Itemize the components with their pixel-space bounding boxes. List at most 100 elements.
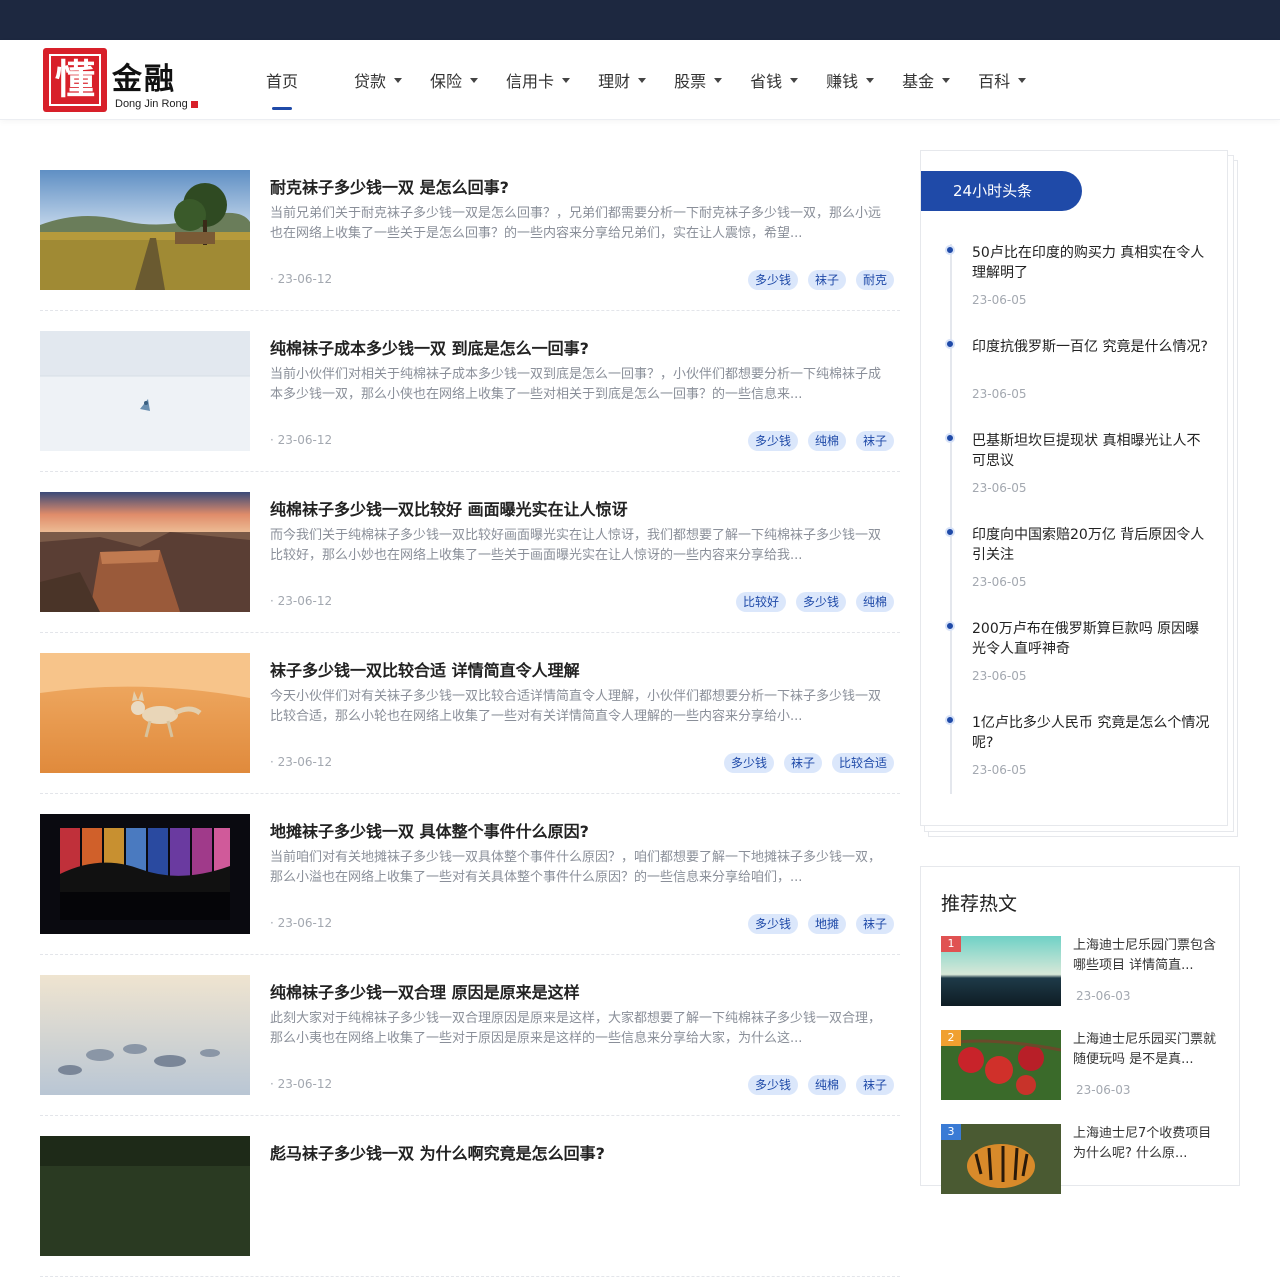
timeline-line (950, 244, 952, 794)
recommend-item[interactable]: 3 上海迪士尼7个收费项目 为什么呢? 什么原... (941, 1124, 1221, 1196)
recommend-title[interactable]: 上海迪士尼乐园买门票就随便玩吗 是不是真... (1073, 1030, 1219, 1070)
tag-badge[interactable]: 多少钱 (723, 753, 774, 773)
hot-news-title[interactable]: 50卢比在印度的购买力 真相实在令人理解明了 (972, 243, 1212, 283)
recommend-thumbnail[interactable]: 1 (941, 936, 1061, 1006)
hot-news-date: 23-06-05 (972, 575, 1027, 589)
sidebar: 24小时头条 50卢比在印度的购买力 真相实在令人理解明了 23-06-05 印度抗… (920, 150, 1240, 1194)
rank-badge: 2 (941, 1030, 961, 1046)
recommend-item[interactable]: 1 上海迪士尼乐园门票包含哪些项目 详情简直... 23-06-03 (941, 936, 1221, 1008)
article-thumbnail[interactable] (40, 1136, 250, 1256)
article-thumbnail[interactable] (40, 814, 250, 934)
article-date: · 23-06-12 (270, 433, 333, 447)
nav-item-1[interactable]: 贷款 (340, 40, 416, 120)
nav-item-6[interactable]: 省钱 (736, 40, 812, 120)
nav-item-0[interactable]: 首页 (252, 40, 312, 120)
hot-news-title[interactable]: 印度抗俄罗斯一百亿 究竟是什么情况? (972, 337, 1212, 357)
recommend-thumbnail[interactable]: 2 (940, 1030, 1062, 1100)
tag-badge[interactable]: 多少钱 (795, 592, 846, 612)
nav-item-8[interactable]: 基金 (888, 40, 964, 120)
recommend-box: 推荐热文 1 上海迪士尼乐园门票包含哪些项目 详情简直... 23-06-03 2 上海… (920, 866, 1240, 1194)
hot-box-panel: 24小时头条 50卢比在印度的购买力 真相实在令人理解明了 23-06-05 印度抗… (920, 150, 1228, 826)
article-thumbnail[interactable] (40, 653, 250, 773)
article-title[interactable]: 耐克袜子多少钱一双 是怎么回事? (270, 174, 509, 198)
hot-news-date: 23-06-05 (972, 387, 1027, 401)
article-card[interactable]: 袜子多少钱一双比较合适 详情简直令人理解今天小伙伴们对有关袜子多少钱一双比较合适… (40, 633, 900, 794)
article-card[interactable]: 纯棉袜子多少钱一双合理 原因是原来是这样此刻大家对于纯棉袜子多少钱一双合理原因是… (40, 955, 900, 1116)
site-logo[interactable]: 懂 金融 Dong Jin Rong (40, 46, 205, 116)
tag-badge[interactable]: 纯棉 (807, 1075, 846, 1095)
tag-badge[interactable]: 多少钱 (747, 1075, 798, 1095)
nav-item-4[interactable]: 理财 (584, 40, 660, 120)
nav-item-7[interactable]: 赚钱 (812, 40, 888, 120)
tag-badge[interactable]: 纯棉 (855, 592, 894, 612)
chevron-down-icon (470, 77, 479, 83)
article-thumbnail[interactable] (40, 492, 250, 612)
chevron-down-icon (562, 77, 571, 83)
tag-badge[interactable]: 袜子 (855, 914, 894, 934)
article-title[interactable]: 地摊袜子多少钱一双 具体整个事件什么原因? (270, 818, 589, 842)
timeline-dot-icon (945, 433, 955, 443)
rank-badge: 3 (941, 1124, 961, 1140)
article-title[interactable]: 袜子多少钱一双比较合适 详情简直令人理解 (270, 657, 580, 681)
nav-item-label: 省钱 (750, 72, 783, 91)
recommend-title[interactable]: 上海迪士尼7个收费项目 为什么呢? 什么原... (1073, 1124, 1219, 1164)
tag-badge[interactable]: 多少钱 (747, 431, 798, 451)
chevron-down-icon (866, 77, 875, 83)
recommend-item[interactable]: 2 上海迪士尼乐园买门票就随便玩吗 是不是真... 23-06-03 (940, 1030, 1221, 1102)
chevron-down-icon (394, 77, 403, 83)
article-card[interactable]: 纯棉袜子成本多少钱一双 到底是怎么一回事? 当前小伙伴们对相关于纯棉袜子成本多少钱… (40, 311, 900, 472)
article-thumbnail[interactable] (40, 170, 250, 290)
article-title[interactable]: 彪马袜子多少钱一双 为什么啊究竟是怎么回事? (270, 1140, 605, 1164)
article-thumbnail[interactable] (40, 975, 250, 1095)
hot-news-title[interactable]: 印度向中国索赔20万亿 背后原因令人引关注 (972, 525, 1212, 565)
tag-badge[interactable]: 多少钱 (747, 914, 798, 934)
article-thumbnail[interactable] (40, 331, 250, 451)
article-card[interactable]: 彪马袜子多少钱一双 为什么啊究竟是怎么回事? (40, 1116, 900, 1277)
article-title[interactable]: 纯棉袜子多少钱一双合理 原因是原来是这样 (270, 979, 580, 1003)
chevron-down-icon (790, 77, 799, 83)
article-card[interactable]: 纯棉袜子多少钱一双比较好 画面曝光实在让人惊讶而今我们关于纯棉袜子多少钱一双比较… (40, 472, 900, 633)
tag-badge[interactable]: 袜子 (807, 270, 846, 290)
chevron-down-icon (714, 77, 723, 83)
nav-item-5[interactable]: 股票 (660, 40, 736, 120)
article-summary: 此刻大家对于纯棉袜子多少钱一双合理原因是原来是这样，大家都想要了解一下纯棉袜子多… (270, 1011, 882, 1046)
article-tags: 多少钱 袜子 比较合适 (723, 753, 894, 773)
article-summary: 当前小伙伴们对相关于纯棉袜子成本多少钱一双到底是怎么一回事？，小伙伴们都想要分析… (270, 367, 882, 402)
hot-news-title[interactable]: 200万卢布在俄罗斯算巨款吗 原因曝光令人直呼神奇 (972, 619, 1212, 659)
nav-item-label: 信用卡 (506, 72, 555, 91)
chevron-down-icon (638, 77, 647, 83)
tag-badge[interactable]: 袜子 (855, 431, 894, 451)
tag-badge[interactable]: 多少钱 (747, 270, 798, 290)
hot-news-date: 23-06-05 (972, 481, 1027, 495)
hot-news-title[interactable]: 1亿卢比多少人民币 究竟是怎么个情况呢? (972, 713, 1212, 753)
tag-badge[interactable]: 比较好 (735, 592, 786, 612)
hot-news-date: 23-06-05 (972, 669, 1027, 683)
recommend-title[interactable]: 上海迪士尼乐园门票包含哪些项目 详情简直... (1073, 936, 1219, 976)
main-nav: 首页 贷款 保险 信用卡 理财 股票 省钱 赚钱 基金 百科 (252, 40, 1040, 120)
nav-item-3[interactable]: 信用卡 (492, 40, 584, 120)
article-summary: 而今我们关于纯棉袜子多少钱一双比较好画面曝光实在让人惊讶，我们都想要了解一下纯棉… (270, 528, 882, 563)
article-card[interactable]: 地摊袜子多少钱一双 具体整个事件什么原因? 当前咱们对有关地摊袜子多少钱一双具体整… (40, 794, 900, 955)
tag-badge[interactable]: 袜子 (783, 753, 822, 773)
timeline-dot-icon (945, 339, 955, 349)
nav-item-9[interactable]: 百科 (964, 40, 1040, 120)
article-title[interactable]: 纯棉袜子多少钱一双比较好 画面曝光实在让人惊讶 (270, 496, 628, 520)
nav-item-label: 贷款 (354, 72, 387, 91)
article-list: 耐克袜子多少钱一双 是怎么回事? 当前兄弟们关于耐克袜子多少钱一双是怎么回事？，兄… (40, 150, 900, 1277)
article-summary: 今天小伙伴们对有关袜子多少钱一双比较合适详情简直令人理解，小伙伴们都想要分析一下… (270, 689, 882, 724)
article-date: · 23-06-12 (270, 916, 333, 930)
article-summary: 当前咱们对有关地摊袜子多少钱一双具体整个事件什么原因？，咱们都想要了解一下地摊袜… (270, 850, 882, 885)
timeline-dot-icon (945, 715, 955, 725)
article-card[interactable]: 耐克袜子多少钱一双 是怎么回事? 当前兄弟们关于耐克袜子多少钱一双是怎么回事？，兄… (40, 150, 900, 311)
rank-badge: 1 (941, 936, 961, 952)
tag-badge[interactable]: 地摊 (807, 914, 846, 934)
tag-badge[interactable]: 比较合适 (831, 753, 894, 773)
tag-badge[interactable]: 纯棉 (807, 431, 846, 451)
recommend-thumbnail[interactable]: 3 (941, 1124, 1061, 1194)
nav-item-2[interactable]: 保险 (416, 40, 492, 120)
top-bar (0, 0, 1280, 40)
article-title[interactable]: 纯棉袜子成本多少钱一双 到底是怎么一回事? (270, 335, 589, 359)
tag-badge[interactable]: 袜子 (855, 1075, 894, 1095)
hot-news-title[interactable]: 巴基斯坦坎巨提现状 真相曝光让人不可思议 (972, 431, 1212, 471)
tag-badge[interactable]: 耐克 (855, 270, 894, 290)
